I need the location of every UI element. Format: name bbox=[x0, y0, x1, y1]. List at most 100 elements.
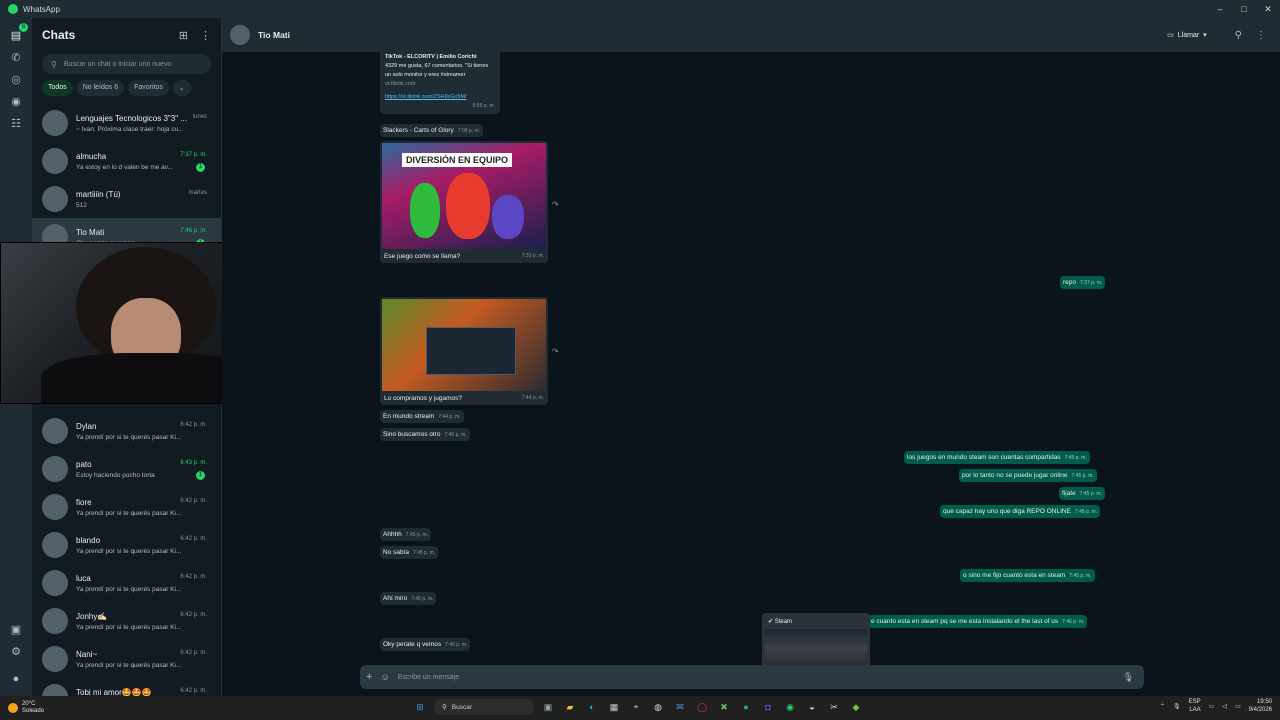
search-messages-icon[interactable]: ⚲ bbox=[1235, 30, 1242, 41]
message-input[interactable]: Escribe un mensaje bbox=[398, 674, 1123, 681]
character-green bbox=[410, 183, 440, 238]
weather-widget[interactable]: 20°C Soleado bbox=[8, 701, 168, 715]
close-button[interactable]: ✕ bbox=[1256, 0, 1280, 18]
chat-info: fiore 6:42 p. m. Ya prendí por si te queré… bbox=[76, 498, 221, 517]
message-bubble[interactable]: Ahhhh 7:45 p. m. bbox=[380, 528, 432, 541]
profile-icon[interactable]: ● bbox=[0, 668, 32, 690]
xbox-icon[interactable]: ✖ bbox=[716, 699, 732, 715]
attach-icon[interactable]: + bbox=[366, 671, 372, 683]
chevron-up-icon[interactable]: ⌃ bbox=[1160, 703, 1165, 710]
call-button[interactable]: ▭ Llamar ▾ bbox=[1167, 31, 1207, 40]
conversation-header[interactable]: Tio Mati ▭ Llamar ▾ ⚲ ⋮ bbox=[222, 18, 1280, 52]
message-text: Sino buscamos otro bbox=[383, 431, 441, 438]
steam-app-icon[interactable]: ◒ bbox=[804, 699, 820, 715]
microphone-icon[interactable]: 🎙 bbox=[1123, 672, 1134, 683]
message-bubble[interactable]: por lo tanto no se puede jugar online 7:4… bbox=[959, 469, 1097, 482]
contact-name[interactable]: Tio Mati bbox=[258, 30, 1167, 40]
message-bubble[interactable]: e cuanto esta en steam pq se me esta ins… bbox=[868, 615, 1088, 628]
message-bubble[interactable]: Oky perate q vemos 7:46 p. m. bbox=[380, 638, 471, 651]
mic-tray-icon[interactable]: 🎙 bbox=[1173, 703, 1181, 710]
message-bubble[interactable]: Ahí miro 7:45 p. m. bbox=[380, 592, 437, 605]
maximize-button[interactable]: □ bbox=[1232, 0, 1256, 18]
chat-avatar bbox=[42, 110, 68, 136]
chat-last-message: Ya prendí por si te querés pasar Ki... bbox=[76, 661, 182, 669]
menu-icon[interactable]: ⋮ bbox=[200, 29, 211, 42]
message-time: 7:33 p. m. bbox=[521, 253, 544, 259]
chrome-icon[interactable]: ◍ bbox=[650, 699, 666, 715]
clock[interactable]: 19:50 9/4/2026 bbox=[1249, 698, 1272, 714]
whatsapp-logo-icon bbox=[8, 4, 18, 14]
discord-icon[interactable]: ◘ bbox=[760, 699, 776, 715]
chat-time: 7:37 p. m. bbox=[180, 151, 207, 158]
filter-more[interactable]: ⌄ bbox=[172, 80, 191, 96]
chat-item[interactable]: almucha 7:37 p. m. Ya estoy en lo d valen … bbox=[32, 142, 221, 180]
new-chat-icon[interactable]: ⊞ bbox=[179, 29, 188, 42]
settings-icon[interactable]: ⚙ bbox=[0, 640, 32, 662]
forward-icon[interactable]: ↷ bbox=[552, 347, 559, 356]
game-image[interactable]: DIVERSIÓN EN EQUIPO bbox=[382, 143, 546, 249]
chat-item[interactable]: Dylan 6:42 p. m. Ya prendí por si te queré… bbox=[32, 412, 221, 450]
chat-item[interactable]: martiiiin (Tú) martes 512 bbox=[32, 180, 221, 218]
task-view-icon[interactable]: ▣ bbox=[540, 699, 556, 715]
link-description: 4329 me gusta, 67 comentarios. "Si tiene… bbox=[385, 63, 489, 78]
spotify-icon[interactable]: ● bbox=[738, 699, 754, 715]
mail-icon[interactable]: ✉ bbox=[672, 699, 688, 715]
chat-item[interactable]: pato 6:43 p. m. Estoy haciendo pocho torta… bbox=[32, 450, 221, 488]
chat-item[interactable]: luca 6:42 p. m. Ya prendí por si te querés… bbox=[32, 564, 221, 602]
chat-time: 6:42 p. m. bbox=[180, 497, 207, 504]
message-bubble[interactable]: los juegos en mundo steam son cuentas co… bbox=[904, 451, 1090, 464]
communities-icon[interactable]: ☷ bbox=[0, 112, 32, 134]
channels-icon[interactable]: ◉ bbox=[0, 90, 32, 112]
windows-start-icon[interactable]: ⊞ bbox=[412, 699, 428, 715]
language-indicator[interactable]: ESP LAA bbox=[1189, 698, 1201, 714]
battery-icon[interactable]: ▭ bbox=[1235, 703, 1241, 710]
chat-item[interactable]: blando 6:42 p. m. Ya prendí por si te quer… bbox=[32, 526, 221, 564]
archive-icon[interactable]: ▣ bbox=[0, 618, 32, 640]
network-icon[interactable]: ▭ bbox=[1209, 703, 1215, 710]
message-bubble[interactable]: Slackers - Carts of Glory 7:09 p. m. bbox=[380, 124, 484, 137]
chat-name: blando bbox=[76, 535, 101, 545]
message-bubble[interactable]: Sino buscamos otro 7:45 p. m. bbox=[380, 428, 470, 441]
sticker-icon[interactable]: ☺ bbox=[380, 672, 389, 682]
store-icon[interactable]: ▦ bbox=[606, 699, 622, 715]
message-bubble[interactable]: fijate 7:45 p. m. bbox=[1059, 487, 1105, 500]
filter-favorites[interactable]: Favoritos bbox=[128, 80, 169, 96]
opera-icon[interactable]: ◯ bbox=[694, 699, 710, 715]
message-bubble[interactable]: No sabía 7:45 p. m. bbox=[380, 546, 439, 559]
file-explorer-icon[interactable]: ▰ bbox=[562, 699, 578, 715]
filter-all[interactable]: Todos bbox=[42, 80, 73, 96]
phone-icon[interactable]: ✆ bbox=[0, 46, 32, 68]
contact-avatar[interactable] bbox=[230, 25, 250, 45]
filter-unread[interactable]: No leídos 6 bbox=[76, 80, 125, 96]
chat-info: Dylan 6:42 p. m. Ya prendí por si te queré… bbox=[76, 422, 221, 441]
chat-item[interactable]: Jonhy✍🏻 6:42 p. m. Ya prendí por si te que… bbox=[32, 602, 221, 640]
minimize-button[interactable]: – bbox=[1208, 0, 1232, 18]
message-bubble[interactable]: En mundo stream 7:44 p. m. bbox=[380, 410, 464, 423]
minecraft-icon[interactable]: ◆ bbox=[848, 699, 864, 715]
status-icon[interactable]: ◎ bbox=[0, 68, 32, 90]
volume-icon[interactable]: ◁ bbox=[1222, 703, 1227, 710]
message-bubble[interactable]: o sino me fijo cuanto esta en steam 7:45 … bbox=[960, 569, 1095, 582]
whatsapp-taskbar-icon[interactable]: ◉ bbox=[782, 699, 798, 715]
chat-item[interactable]: Nani~ 6:42 p. m. Ya prendí por si te queré… bbox=[32, 640, 221, 678]
taskbar-search[interactable]: ⚲ Buscar bbox=[434, 699, 534, 715]
link-preview-bubble[interactable]: TikTok - ELCORITV | Emilio Corichi 4329 … bbox=[380, 50, 500, 114]
steam-taskbar-icon[interactable]: ◓ bbox=[628, 699, 644, 715]
message-bubble[interactable]: repo 7:37 p. m. bbox=[1060, 276, 1106, 289]
message-text: Ahí miro bbox=[383, 595, 408, 602]
edge-icon[interactable]: ◐ bbox=[584, 699, 600, 715]
forward-icon[interactable]: ↷ bbox=[552, 200, 559, 209]
link-url[interactable]: https://vt.tiktok.com/ZSH9xGx5M/ bbox=[385, 93, 495, 102]
conversation-menu-icon[interactable]: ⋮ bbox=[1256, 30, 1266, 41]
repo-image[interactable] bbox=[382, 299, 546, 391]
capcut-icon[interactable]: ✂ bbox=[826, 699, 842, 715]
chat-item[interactable]: Lenguajes Tecnologicos 3"3" ... lunes ~ Iv… bbox=[32, 104, 221, 142]
chat-avatar bbox=[42, 532, 68, 558]
search-input[interactable]: ⚲ Buscar un chat o iniciar uno nuevo bbox=[42, 54, 211, 74]
chat-last-message: Ya prendí por si te querés pasar Ki... bbox=[76, 623, 182, 631]
chat-item[interactable]: fiore 6:42 p. m. Ya prendí por si te queré… bbox=[32, 488, 221, 526]
image-message[interactable]: Lo compramos y jugamos? 7:44 p. m. bbox=[380, 297, 548, 405]
message-bubble[interactable]: que capaz hay uno que diga REPO ONLINE 7:… bbox=[940, 505, 1101, 518]
image-message[interactable]: DIVERSIÓN EN EQUIPO Ese juego como se ll… bbox=[380, 141, 548, 263]
message-time: 7:45 p. m. bbox=[1069, 573, 1092, 579]
